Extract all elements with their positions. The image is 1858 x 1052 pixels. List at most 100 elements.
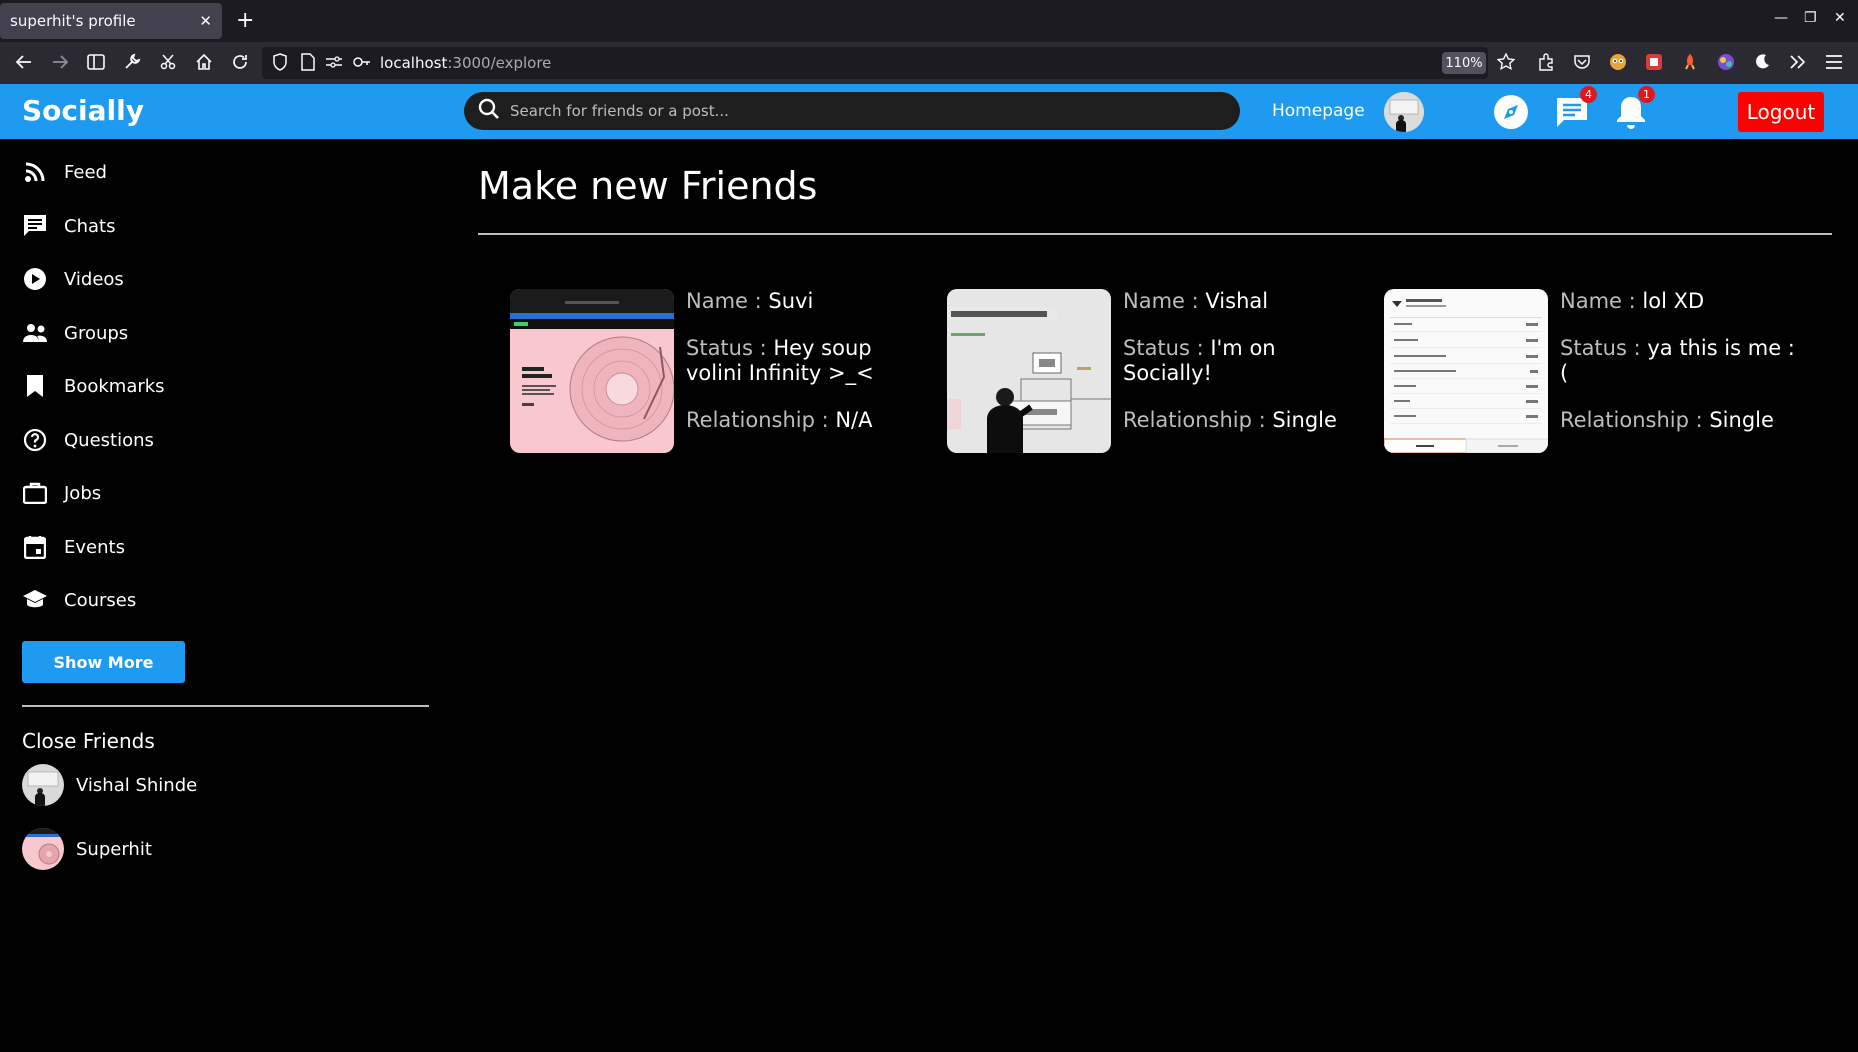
close-friend-item[interactable]: Superhit	[22, 827, 152, 871]
search-icon	[478, 98, 500, 124]
screenshot-icon[interactable]	[156, 50, 180, 74]
sidebar-item-label: Chats	[64, 215, 116, 237]
relationship-label: Relationship :	[686, 408, 836, 432]
page-icon[interactable]	[296, 50, 320, 74]
extension-rocket-icon[interactable]	[1678, 50, 1702, 74]
permissions-icon[interactable]	[322, 50, 346, 74]
sidebar-item-groups[interactable]: Groups	[22, 317, 128, 349]
tab-close-icon[interactable]: ✕	[199, 12, 212, 30]
sidebar-toggle-icon[interactable]	[84, 50, 108, 74]
friend-card-image[interactable]	[1384, 289, 1548, 453]
help-circle-icon	[22, 427, 48, 453]
pocket-icon[interactable]	[1570, 50, 1594, 74]
close-friends-title: Close Friends	[22, 729, 155, 753]
sidebar-item-questions[interactable]: Questions	[22, 424, 154, 456]
friend-card-image[interactable]	[947, 289, 1111, 453]
close-friend-name: Vishal Shinde	[76, 774, 198, 796]
friend-card-info: Name : Vishal Status : I'm on Socially! …	[1123, 289, 1363, 455]
sidebar-item-courses[interactable]: Courses	[22, 584, 136, 616]
friend-name-row: Name : Vishal	[1123, 289, 1363, 314]
search-input[interactable]	[510, 102, 1210, 120]
friend-status-row: Status : Hey soup volini Infinity >_<	[686, 336, 926, 386]
relationship-label: Relationship :	[1123, 408, 1273, 432]
url-path: :3000/explore	[447, 54, 552, 72]
friend-name: Suvi	[768, 289, 814, 313]
search-bar[interactable]	[464, 92, 1240, 130]
sidebar-item-bookmarks[interactable]: Bookmarks	[22, 370, 165, 402]
friend-name-row: Name : lol XD	[1560, 289, 1800, 314]
sidebar-item-label: Feed	[64, 161, 107, 183]
rss-feed-icon	[22, 159, 48, 185]
minimize-icon[interactable]: —	[1774, 10, 1788, 26]
friend-card[interactable]: Name : Suvi Status : Hey soup volini Inf…	[510, 289, 930, 455]
friend-relationship-row: Relationship : Single	[1123, 408, 1363, 433]
friend-relationship-row: Relationship : N/A	[686, 408, 926, 433]
extension-dark-icon[interactable]	[1750, 50, 1774, 74]
friend-card-info: Name : Suvi Status : Hey soup volini Inf…	[686, 289, 926, 455]
name-label: Name :	[686, 289, 769, 313]
relationship-label: Relationship :	[1560, 408, 1710, 432]
wrench-icon[interactable]	[120, 50, 144, 74]
school-icon	[22, 587, 48, 613]
bookmark-star-icon[interactable]	[1494, 50, 1518, 74]
show-more-button[interactable]: Show More	[22, 641, 185, 683]
sidebar-item-feed[interactable]: Feed	[22, 156, 107, 188]
avatar	[22, 828, 64, 870]
back-icon[interactable]	[12, 50, 36, 74]
forward-icon[interactable]	[48, 50, 72, 74]
sidebar-item-label: Events	[64, 536, 125, 558]
close-friend-item[interactable]: Vishal Shinde	[22, 763, 197, 807]
close-friend-name: Superhit	[76, 838, 152, 860]
home-icon[interactable]	[192, 50, 216, 74]
friend-card-image[interactable]	[510, 289, 674, 453]
homepage-link[interactable]: Homepage	[1272, 101, 1365, 121]
name-label: Name :	[1560, 289, 1643, 313]
friend-name-row: Name : Suvi	[686, 289, 926, 314]
sidebar-item-events[interactable]: Events	[22, 531, 125, 563]
restore-icon[interactable]: ❐	[1804, 10, 1817, 26]
sidebar-item-label: Bookmarks	[64, 375, 165, 397]
header-avatar[interactable]	[1384, 92, 1424, 132]
sidebar-item-label: Questions	[64, 429, 154, 451]
browser-tab-bar: superhit's profile ✕ + — ❐ ✕	[0, 0, 1858, 42]
friend-relationship: Single	[1709, 408, 1774, 432]
status-label: Status :	[1560, 336, 1648, 360]
app-logo[interactable]: Socially	[22, 94, 144, 127]
status-label: Status :	[686, 336, 774, 360]
friend-relationship: N/A	[835, 408, 873, 432]
sidebar-item-jobs[interactable]: Jobs	[22, 477, 101, 509]
calendar-icon	[22, 534, 48, 560]
overflow-chevron-icon[interactable]	[1786, 50, 1810, 74]
extensions-icon[interactable]	[1534, 50, 1558, 74]
browser-tab[interactable]: superhit's profile ✕	[0, 3, 222, 39]
friend-card[interactable]: Name : Vishal Status : I'm on Socially! …	[947, 289, 1367, 455]
reload-icon[interactable]	[228, 50, 252, 74]
notification-badge: 1	[1638, 86, 1655, 103]
shield-icon[interactable]	[268, 50, 292, 74]
friend-relationship-row: Relationship : Single	[1560, 408, 1800, 433]
new-tab-icon[interactable]: +	[236, 8, 254, 33]
key-icon[interactable]	[350, 50, 374, 74]
friend-relationship: Single	[1272, 408, 1337, 432]
group-icon	[22, 320, 48, 346]
friend-name: lol XD	[1642, 289, 1705, 313]
friend-name: Vishal	[1205, 289, 1269, 313]
hamburger-menu-icon[interactable]	[1822, 50, 1846, 74]
chat-icon	[22, 213, 48, 239]
explore-compass-icon[interactable]	[1492, 93, 1530, 131]
briefcase-icon	[22, 480, 48, 506]
sidebar-item-label: Courses	[64, 589, 137, 611]
url-text[interactable]: localhost:3000/explore	[380, 54, 551, 72]
sidebar-item-chats[interactable]: Chats	[22, 210, 115, 242]
close-window-icon[interactable]: ✕	[1834, 10, 1846, 26]
sidebar-item-videos[interactable]: Videos	[22, 263, 124, 295]
friend-card[interactable]: Name : lol XD Status : ya this is me :( …	[1384, 289, 1804, 455]
extension-color-icon[interactable]	[1714, 50, 1738, 74]
sidebar-item-label: Videos	[64, 268, 124, 290]
extension-red-icon[interactable]	[1642, 50, 1666, 74]
avatar	[22, 764, 64, 806]
zoom-level[interactable]: 110%	[1442, 52, 1486, 74]
logout-button[interactable]: Logout	[1738, 92, 1824, 132]
play-circle-icon	[22, 266, 48, 292]
extension-owl-icon[interactable]	[1606, 50, 1630, 74]
